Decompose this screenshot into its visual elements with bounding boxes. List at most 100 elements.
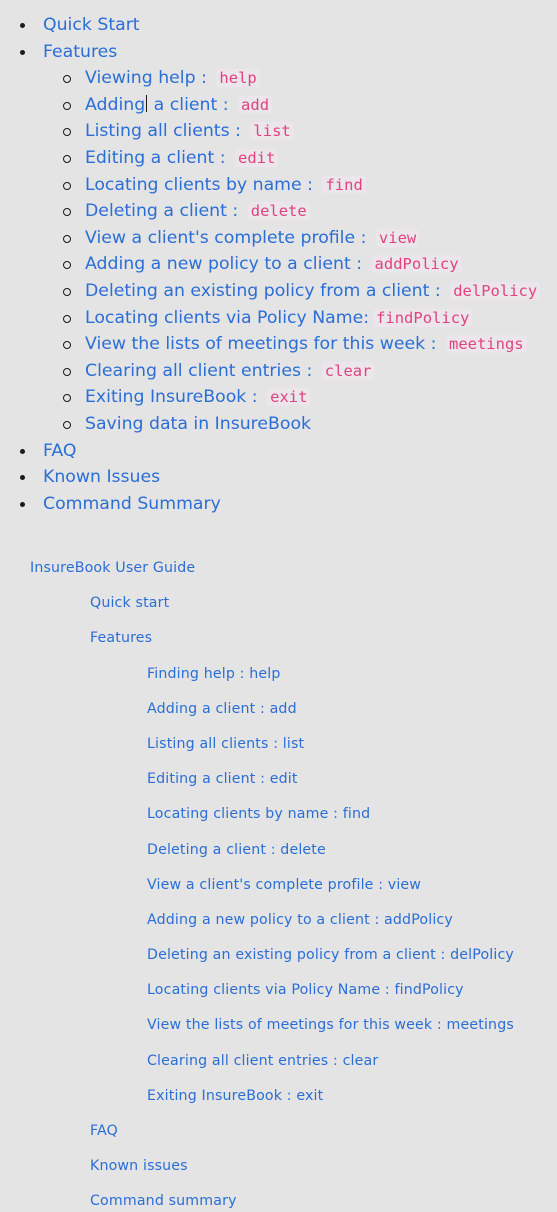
command-code: list	[250, 122, 294, 141]
toc-link-command-summary[interactable]: Command Summary	[43, 491, 221, 518]
toc-item-command-summary: Command Summary	[0, 491, 557, 518]
toc-link-deleting-a-client[interactable]: Deleting a client :	[85, 201, 244, 221]
circle-bullet-icon	[63, 154, 71, 163]
toc-link-listing-all-clients[interactable]: Listing all clients :	[85, 121, 246, 141]
command-code: findPolicy	[373, 308, 473, 327]
nav-row-features: Features	[0, 626, 557, 661]
circle-bullet-icon	[63, 128, 71, 137]
separator: :	[429, 280, 447, 301]
nav-row-feature: View the lists of meetings for this week…	[0, 1013, 557, 1048]
nav-row-feature: Locating clients via Policy Name : findP…	[0, 978, 557, 1013]
toc-item-features: Features	[0, 39, 557, 66]
toc-link-adding-new-policy[interactable]: Adding a new policy to a client :	[85, 254, 368, 274]
circle-bullet-icon	[63, 420, 71, 429]
link-label: a client	[148, 94, 218, 115]
toc-subitem-edit: Editing a client : edit	[0, 145, 557, 172]
nav-row-feature: Listing all clients : list	[0, 732, 557, 767]
toc-item-known-issues: Known Issues	[0, 464, 557, 491]
nav-link-finding-help[interactable]: Finding help : help	[147, 662, 281, 686]
separator: :	[355, 227, 372, 248]
toc-subitem-view: View a client's complete profile : view	[0, 225, 557, 252]
nav-link-faq[interactable]: FAQ	[90, 1119, 118, 1143]
nav-link-exit[interactable]: Exiting InsureBook : exit	[147, 1084, 323, 1108]
link-label: View a client's complete profile	[85, 227, 356, 248]
bullet-icon	[20, 49, 25, 55]
link-label: Listing all clients	[85, 121, 230, 142]
nav-link-locating-by-name[interactable]: Locating clients by name : find	[147, 802, 370, 826]
toc-link-faq[interactable]: FAQ	[43, 438, 76, 465]
nav-row-feature: Clearing all client entries : clear	[0, 1049, 557, 1084]
toc-link-view-client-profile[interactable]: View a client's complete profile :	[85, 228, 372, 248]
command-code: edit	[235, 148, 279, 167]
toc-subitem-saving: Saving data in InsureBook	[0, 411, 557, 438]
nav-link-view-profile[interactable]: View a client's complete profile : view	[147, 873, 421, 897]
toc-link-locating-clients-by-name[interactable]: Locating clients by name :	[85, 175, 318, 195]
circle-bullet-icon	[63, 367, 71, 376]
circle-bullet-icon	[63, 101, 71, 110]
toc-link-locating-via-policy-name[interactable]: Locating clients via Policy Name:	[85, 308, 369, 328]
site-navigation-tree: InsureBook User Guide Quick start Featur…	[0, 556, 557, 1212]
nav-link-del-policy[interactable]: Deleting an existing policy from a clien…	[147, 943, 514, 967]
nav-link-editing-a-client[interactable]: Editing a client : edit	[147, 767, 298, 791]
toc-subitem-help: Viewing help : help	[0, 65, 557, 92]
link-label: Adding a new policy to a client	[85, 254, 351, 275]
circle-bullet-icon	[63, 181, 71, 190]
nav-link-features[interactable]: Features	[90, 626, 152, 650]
toc-link-view-meetings[interactable]: View the lists of meetings for this week…	[85, 334, 442, 354]
circle-bullet-icon	[63, 75, 71, 84]
separator: :	[350, 254, 368, 275]
toc-link-deleting-existing-policy[interactable]: Deleting an existing policy from a clien…	[85, 281, 446, 301]
command-code: clear	[321, 361, 375, 380]
nav-link-add-policy[interactable]: Adding a new policy to a client : addPol…	[147, 908, 453, 932]
command-code: addPolicy	[371, 255, 462, 274]
nav-link-meetings[interactable]: View the lists of meetings for this week…	[147, 1013, 514, 1037]
toc-subitem-add: Adding a client : add	[0, 92, 557, 119]
nav-link-user-guide[interactable]: InsureBook User Guide	[30, 556, 195, 580]
toc-item-quick-start: Quick Start	[0, 12, 557, 39]
toc-link-saving-data[interactable]: Saving data in InsureBook	[85, 414, 311, 434]
link-label: Deleting an existing policy from a clien…	[85, 280, 430, 301]
toc-subitem-clear: Clearing all client entries : clear	[0, 358, 557, 385]
toc-link-exiting[interactable]: Exiting InsureBook :	[85, 387, 263, 407]
nav-link-clear[interactable]: Clearing all client entries : clear	[147, 1049, 378, 1073]
toc-subitem-exit: Exiting InsureBook : exit	[0, 384, 557, 411]
bullet-icon	[20, 23, 25, 28]
nav-link-deleting-a-client[interactable]: Deleting a client : delete	[147, 838, 326, 862]
command-code: exit	[267, 388, 311, 407]
nav-row-known-issues: Known issues	[0, 1154, 557, 1189]
nav-row-feature: Finding help : help	[0, 662, 557, 697]
toc-item-faq: FAQ	[0, 438, 557, 465]
toc-link-viewing-help[interactable]: Viewing help :	[85, 68, 212, 88]
toc-link-clearing-entries[interactable]: Clearing all client entries :	[85, 361, 318, 381]
toc-link-known-issues[interactable]: Known Issues	[43, 464, 160, 491]
nav-row-feature: Exiting InsureBook : exit	[0, 1084, 557, 1119]
nav-link-adding-a-client[interactable]: Adding a client : add	[147, 697, 297, 721]
nav-link-find-policy[interactable]: Locating clients via Policy Name : findP…	[147, 978, 464, 1002]
toc-subitem-find: Locating clients by name : find	[0, 172, 557, 199]
toc-link-editing-a-client[interactable]: Editing a client :	[85, 148, 231, 168]
toc-link-adding-a-client[interactable]: Adding a client :	[85, 94, 235, 115]
toc-subitem-list: Listing all clients : list	[0, 118, 557, 145]
separator: :	[300, 360, 318, 381]
link-label: Viewing help	[85, 68, 196, 89]
toc-subitem-addpolicy: Adding a new policy to a client : addPol…	[0, 251, 557, 278]
circle-bullet-icon	[63, 234, 71, 243]
toc-link-features[interactable]: Features	[43, 39, 117, 66]
circle-bullet-icon	[63, 208, 71, 217]
command-code: add	[238, 95, 273, 114]
circle-bullet-icon	[63, 341, 71, 350]
toc-subitem-meetings: View the lists of meetings for this week…	[0, 331, 557, 358]
nav-link-command-summary[interactable]: Command summary	[90, 1189, 237, 1212]
separator: :	[217, 94, 235, 115]
bullet-icon	[20, 448, 25, 454]
toc-link-quick-start[interactable]: Quick Start	[43, 12, 140, 39]
nav-link-quick-start[interactable]: Quick start	[90, 591, 169, 615]
nav-link-listing-all-clients[interactable]: Listing all clients : list	[147, 732, 304, 756]
command-code: meetings	[445, 335, 527, 354]
separator: :	[229, 121, 247, 142]
bullet-icon	[20, 501, 25, 507]
separator: :	[425, 334, 442, 355]
link-label: View the lists of meetings for this week	[85, 334, 426, 355]
toc-subitem-delete: Deleting a client : delete	[0, 198, 557, 225]
nav-link-known-issues[interactable]: Known issues	[90, 1154, 188, 1178]
